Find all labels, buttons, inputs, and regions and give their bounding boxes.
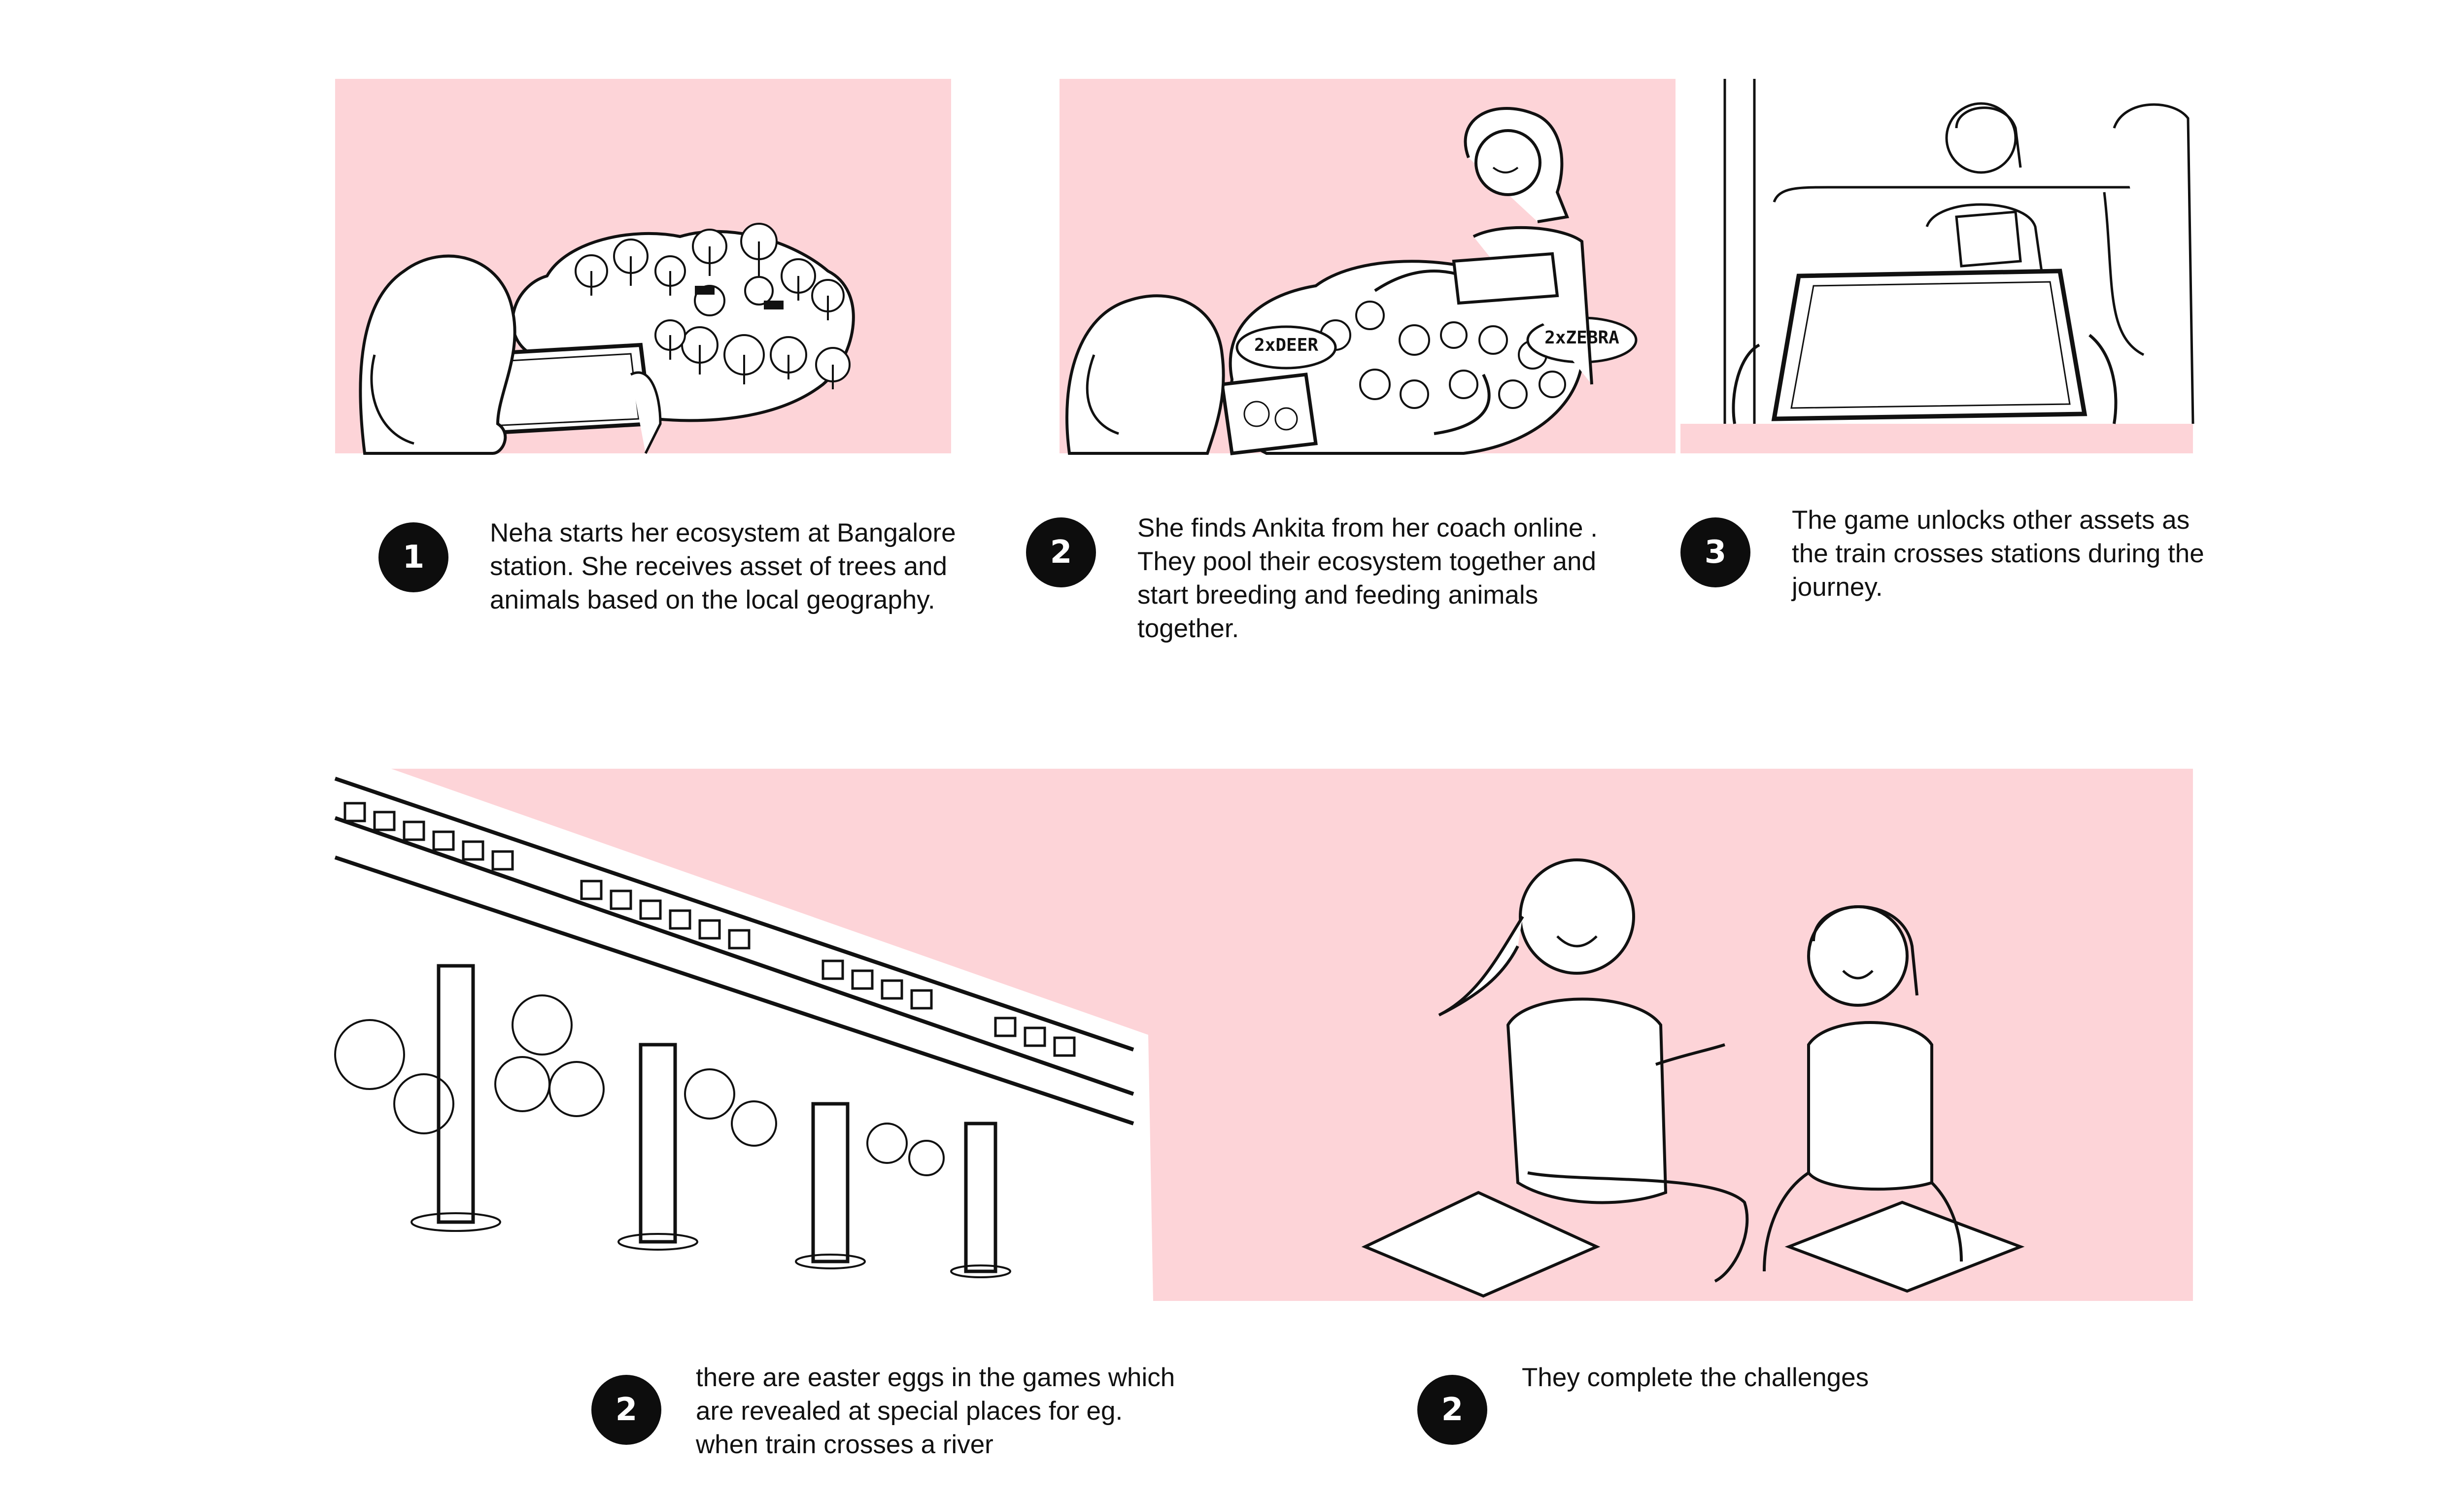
zebra-asset-label: 2xZEBRA	[1544, 328, 1619, 348]
step-number-badge: 2	[591, 1375, 661, 1445]
step-number-badge: 1	[378, 522, 448, 592]
step-number-badge: 2	[1026, 517, 1096, 587]
storyboard-panel-1	[335, 79, 951, 453]
step-2-caption-block: 2 She finds Ankita from her coach online…	[1026, 513, 1642, 646]
step-number-badge: 3	[1680, 517, 1750, 587]
deer-asset-label: 2xDEER	[1254, 335, 1319, 355]
step-5-caption: They complete the challenges	[1522, 1363, 1869, 1392]
panel-3-illustration	[1680, 79, 2193, 453]
step-number-badge: 2	[1417, 1375, 1487, 1445]
panel-4-illustration	[335, 749, 2193, 1301]
step-4-caption: there are easter eggs in the games which…	[696, 1363, 1175, 1459]
step-2-caption: She finds Ankita from her coach online .…	[1137, 513, 1598, 643]
step-5-caption-block: 2 They complete the challenges	[1417, 1363, 2009, 1445]
panel-1-illustration	[335, 79, 951, 453]
panel-2-illustration	[1060, 79, 1676, 453]
step-4-caption-block: 2 there are easter eggs in the games whi…	[591, 1363, 1232, 1462]
step-3-caption: The game unlocks other assets as the tra…	[1792, 506, 2204, 602]
step-3-caption-block: 3 The game unlocks other assets as the t…	[1680, 506, 2223, 604]
storyboard-panel-2: 2xDEER 2xZEBRA	[1060, 79, 1676, 453]
step-1-caption-block: 1 Neha starts her ecosystem at Bangalore…	[378, 518, 990, 617]
storyboard-panel-3	[1680, 79, 2193, 453]
step-1-caption: Neha starts her ecosystem at Bangalore s…	[490, 518, 956, 614]
storyboard-panel-4	[335, 749, 2193, 1301]
